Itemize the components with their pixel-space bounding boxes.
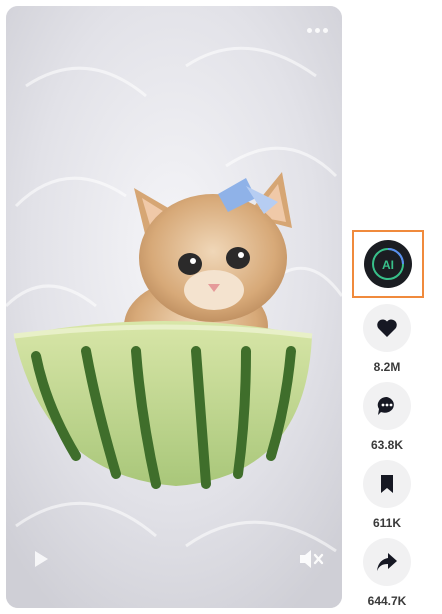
like-action[interactable]: 8.2M [362, 304, 412, 374]
creator-avatar-highlight[interactable]: AI [352, 230, 424, 298]
like-button[interactable] [363, 304, 411, 352]
comment-icon [377, 396, 394, 415]
comment-action[interactable]: 63.8K [362, 382, 412, 452]
bookmark-count: 611K [372, 516, 402, 530]
bookmark-button[interactable] [363, 460, 411, 508]
dot-icon [307, 28, 312, 33]
dot-icon [315, 28, 320, 33]
share-count: 644.7K [367, 594, 407, 608]
mute-icon[interactable] [298, 548, 324, 570]
video-frame [6, 6, 342, 608]
play-icon[interactable] [32, 550, 50, 568]
bookmark-action[interactable]: 611K [362, 460, 412, 530]
bookmark-icon [381, 475, 393, 493]
comment-count: 63.8K [370, 438, 404, 452]
share-button[interactable] [363, 538, 411, 586]
avatar-text: AI [382, 258, 394, 272]
like-count: 8.2M [373, 360, 401, 374]
more-options-button[interactable] [307, 28, 328, 33]
video-player[interactable] [6, 6, 342, 608]
heart-icon [377, 319, 397, 337]
dot-icon [323, 28, 328, 33]
avatar[interactable]: AI [364, 240, 412, 288]
ai-logo-icon: AI [372, 248, 404, 280]
comment-button[interactable] [363, 382, 411, 430]
video-feed-item: AI 8.2M 63.8K 611K 644.7K [0, 0, 442, 614]
share-action[interactable]: 644.7K [362, 538, 412, 608]
share-icon [377, 553, 397, 571]
